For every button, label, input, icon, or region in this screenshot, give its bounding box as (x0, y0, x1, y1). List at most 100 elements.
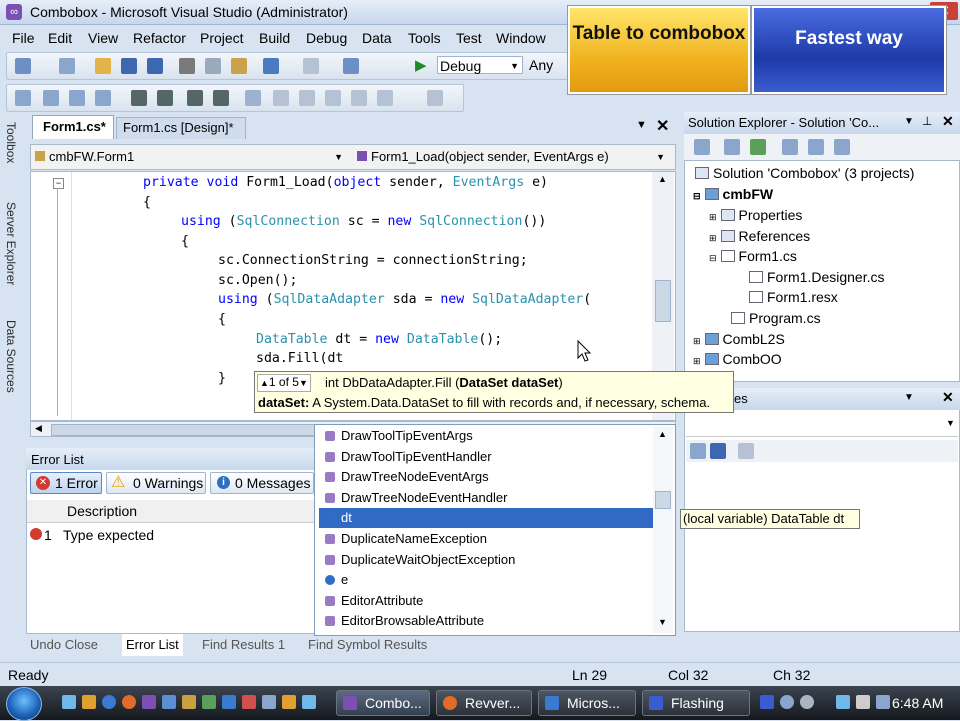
display-object-member-list-icon[interactable] (15, 90, 31, 106)
view-designer-icon[interactable] (808, 139, 824, 155)
collapse-icon[interactable]: ⊟ (693, 191, 701, 201)
start-debugging-icon[interactable]: ▶ (415, 56, 427, 74)
completion-item[interactable]: EditorAttribute (319, 591, 653, 611)
decrease-indent-icon[interactable] (131, 90, 147, 106)
quick-launch-icon[interactable] (262, 695, 276, 709)
properties-object-select[interactable]: ▼ (686, 414, 958, 437)
server-explorer-tab[interactable]: Server Explorer (4, 202, 18, 285)
scroll-up-icon[interactable]: ▲ (658, 174, 667, 184)
tree-node-project-cmbfw[interactable]: ⊟ cmbFW (693, 184, 773, 204)
tray-icon[interactable] (800, 695, 814, 709)
new-project-icon[interactable] (15, 58, 31, 74)
tree-node-form1-resx[interactable]: Form1.resx (749, 287, 838, 307)
comment-lines-icon[interactable] (187, 90, 203, 106)
menu-debug[interactable]: Debug (306, 30, 347, 46)
types-dropdown[interactable]: cmbFW.Form1 ▼ (35, 147, 347, 167)
tree-node-form1-designer-cs[interactable]: Form1.Designer.cs (749, 267, 884, 287)
tab-form1-cs[interactable]: Form1.cs* (32, 115, 114, 139)
completion-list-scrollbar[interactable]: ▲ ▼ (653, 427, 673, 633)
quick-launch-icon[interactable] (222, 695, 236, 709)
open-file-icon[interactable] (95, 58, 111, 74)
alphabetical-icon[interactable] (710, 443, 726, 459)
show-all-files-icon[interactable] (724, 139, 740, 155)
chevron-up-icon[interactable]: ▲ (260, 378, 269, 388)
collapse-icon[interactable]: ⊟ (709, 253, 717, 263)
overload-switcher[interactable]: ▲1 of 5▼ (257, 374, 311, 392)
quick-launch-icon[interactable] (82, 695, 96, 709)
quick-launch-icon[interactable] (162, 695, 176, 709)
toolbox-tab[interactable]: Toolbox (4, 122, 18, 163)
tray-icon[interactable] (780, 695, 794, 709)
quick-launch-icon[interactable] (122, 695, 136, 709)
redo-icon[interactable] (303, 58, 319, 74)
tab-form1-design[interactable]: Form1.cs [Design]* (116, 117, 246, 139)
taskbar-button-visual-studio[interactable]: Combo... (336, 690, 430, 716)
tree-node-properties[interactable]: ⊞ Properties (709, 205, 802, 225)
menu-refactor[interactable]: Refactor (133, 30, 186, 46)
clear-bookmarks-icon[interactable] (377, 90, 393, 106)
quick-launch-icon[interactable] (242, 695, 256, 709)
taskbar-button-flashing[interactable]: Flashing (642, 690, 750, 716)
scrollbar-thumb[interactable] (655, 491, 671, 509)
completion-item-selected[interactable]: dt (319, 508, 653, 529)
start-button[interactable] (6, 687, 42, 721)
warnings-filter-button[interactable]: ⚠ 0 Warnings (106, 472, 206, 494)
menu-tools[interactable]: Tools (408, 30, 441, 46)
menu-data[interactable]: Data (362, 30, 392, 46)
quick-info-icon[interactable] (69, 90, 85, 106)
clock[interactable]: 6:48 AM (892, 695, 943, 711)
view-class-diagram-icon[interactable] (834, 139, 850, 155)
members-dropdown[interactable]: Form1_Load(object sender, EventArgs e) ▼ (357, 147, 669, 167)
expand-icon[interactable]: ⊞ (693, 336, 701, 346)
solution-platform-select[interactable]: Any CP (525, 56, 569, 74)
next-bookmark-folder-icon[interactable] (351, 90, 367, 106)
close-panel-icon[interactable]: ✕ (942, 113, 954, 130)
menu-build[interactable]: Build (259, 30, 290, 46)
active-files-dropdown-icon[interactable]: ▼ (636, 119, 647, 131)
tray-icon[interactable] (876, 695, 890, 709)
tree-node-project-comboo[interactable]: ⊞ CombOO (693, 349, 782, 369)
completion-item[interactable]: DrawToolTipEventHandler (319, 447, 653, 467)
display-parameter-info-icon[interactable] (43, 90, 59, 106)
error-row[interactable]: 1 Type expected (27, 525, 315, 545)
completion-item[interactable]: DrawTreeNodeEventArgs (319, 467, 653, 487)
refresh-icon[interactable] (750, 139, 766, 155)
completion-item[interactable]: e (319, 570, 653, 590)
window-position-icon[interactable]: ▼ (904, 392, 914, 403)
show-desktop-icon[interactable] (62, 695, 76, 709)
errors-filter-button[interactable]: ✕ 1 Error (30, 472, 102, 494)
increase-indent-icon[interactable] (157, 90, 173, 106)
menu-test[interactable]: Test (456, 30, 482, 46)
tree-node-references[interactable]: ⊞ References (709, 226, 810, 246)
bookmark-icon[interactable] (245, 90, 261, 106)
scrollbar-thumb[interactable] (655, 280, 671, 322)
quick-launch-icon[interactable] (202, 695, 216, 709)
menu-edit[interactable]: Edit (48, 30, 72, 46)
categorized-icon[interactable] (690, 443, 706, 459)
expand-icon[interactable]: ⊞ (693, 356, 701, 366)
completion-item[interactable]: DrawToolTipEventArgs (319, 426, 653, 446)
completion-item[interactable]: EditorBrowsableAttribute (319, 611, 653, 631)
navigate-icon[interactable] (343, 58, 359, 74)
quick-launch-icon[interactable] (182, 695, 196, 709)
add-item-icon[interactable] (59, 58, 75, 74)
taskbar-button-microsoft[interactable]: Micros... (538, 690, 636, 716)
view-code-icon[interactable] (782, 139, 798, 155)
scroll-down-icon[interactable]: ▼ (658, 617, 667, 627)
previous-bookmark-folder-icon[interactable] (325, 90, 341, 106)
tree-node-program-cs[interactable]: Program.cs (731, 308, 821, 328)
uncomment-lines-icon[interactable] (213, 90, 229, 106)
scroll-left-icon[interactable]: ◀ (35, 423, 42, 434)
scroll-up-icon[interactable]: ▲ (658, 429, 667, 439)
collapse-region-icon[interactable]: − (53, 178, 64, 189)
next-bookmark-icon[interactable] (299, 90, 315, 106)
description-column-header[interactable]: Description (67, 503, 137, 519)
copy-icon[interactable] (205, 58, 221, 74)
menu-project[interactable]: Project (200, 30, 244, 46)
cut-icon[interactable] (179, 58, 195, 74)
chevron-down-icon[interactable]: ▼ (299, 378, 308, 388)
completion-item[interactable]: DuplicateWaitObjectException (319, 550, 653, 570)
save-all-icon[interactable] (147, 58, 163, 74)
data-sources-tab[interactable]: Data Sources (4, 320, 18, 393)
tab-undo-close[interactable]: Undo Close (30, 634, 98, 656)
